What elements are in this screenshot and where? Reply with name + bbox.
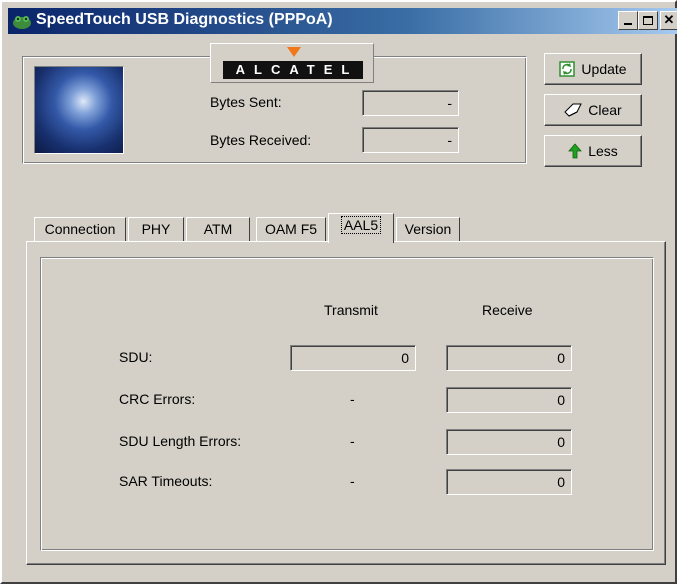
- title-bar[interactable]: SpeedTouch USB Diagnostics (PPPoA) ✕: [8, 8, 677, 34]
- tab-connection[interactable]: Connection: [34, 217, 126, 241]
- tab-label: OAM F5: [264, 221, 318, 237]
- transmit-header: Transmit: [324, 302, 378, 318]
- less-button[interactable]: Less: [544, 135, 642, 167]
- crc-errors-transmit-value: -: [350, 391, 355, 407]
- receive-header: Receive: [482, 302, 533, 318]
- close-icon: ✕: [663, 12, 675, 27]
- less-label: Less: [588, 143, 618, 159]
- tab-aal5[interactable]: AAL5: [328, 213, 394, 243]
- row-label-sar-timeouts: SAR Timeouts:: [119, 473, 213, 489]
- crc-errors-receive-field: 0: [446, 387, 572, 413]
- alcatel-logo: ALCATEL: [210, 43, 374, 83]
- tab-label: AAL5: [340, 216, 382, 234]
- tab-version[interactable]: Version: [396, 217, 460, 241]
- window-title: SpeedTouch USB Diagnostics (PPPoA): [36, 11, 333, 28]
- row-label-crc-errors: CRC Errors:: [119, 391, 196, 407]
- tab-label: PHY: [141, 221, 171, 237]
- tab-atm[interactable]: ATM: [186, 217, 250, 241]
- sar-timeouts-receive-field: 0: [446, 469, 572, 495]
- update-label: Update: [581, 61, 627, 77]
- clear-button[interactable]: Clear: [544, 94, 642, 126]
- bytes-received-label: Bytes Received:: [210, 132, 312, 148]
- close-button[interactable]: ✕: [660, 11, 677, 30]
- maximize-icon: [643, 16, 653, 25]
- sdu-transmit-field: 0: [290, 345, 416, 371]
- tab-label: ATM: [203, 221, 233, 237]
- clear-label: Clear: [588, 102, 622, 118]
- sdu-receive-field: 0: [446, 345, 572, 371]
- update-button[interactable]: Update: [544, 53, 642, 85]
- logo-text: ALCATEL: [235, 62, 359, 77]
- logo-marker-icon: [287, 47, 301, 57]
- bytes-sent-field: -: [362, 90, 459, 116]
- tab-label: Version: [404, 221, 452, 237]
- logo-wordmark: ALCATEL: [223, 61, 363, 79]
- row-label-sdu: SDU:: [119, 349, 153, 365]
- globe-image: [34, 66, 124, 154]
- maximize-button[interactable]: [638, 11, 658, 30]
- bytes-sent-label: Bytes Sent:: [210, 94, 282, 110]
- update-icon: [559, 61, 576, 77]
- bytes-received-field: -: [362, 127, 459, 153]
- tab-phy[interactable]: PHY: [128, 217, 184, 241]
- sar-timeouts-transmit-value: -: [350, 473, 355, 489]
- sdu-length-errors-transmit-value: -: [350, 433, 355, 449]
- sdu-length-errors-receive-field: 0: [446, 429, 572, 455]
- row-label-sdu-length-errors: SDU Length Errors:: [119, 433, 242, 449]
- diagnostics-window: SpeedTouch USB Diagnostics (PPPoA) ✕ ALC…: [0, 0, 677, 584]
- tab-label: Connection: [44, 221, 116, 237]
- tab-oam-f5[interactable]: OAM F5: [256, 217, 326, 241]
- up-arrow-icon: [568, 143, 583, 159]
- eraser-icon: [564, 103, 583, 117]
- minimize-icon: [624, 23, 632, 25]
- minimize-button[interactable]: [618, 11, 638, 30]
- speedtouch-frog-icon: [13, 16, 31, 29]
